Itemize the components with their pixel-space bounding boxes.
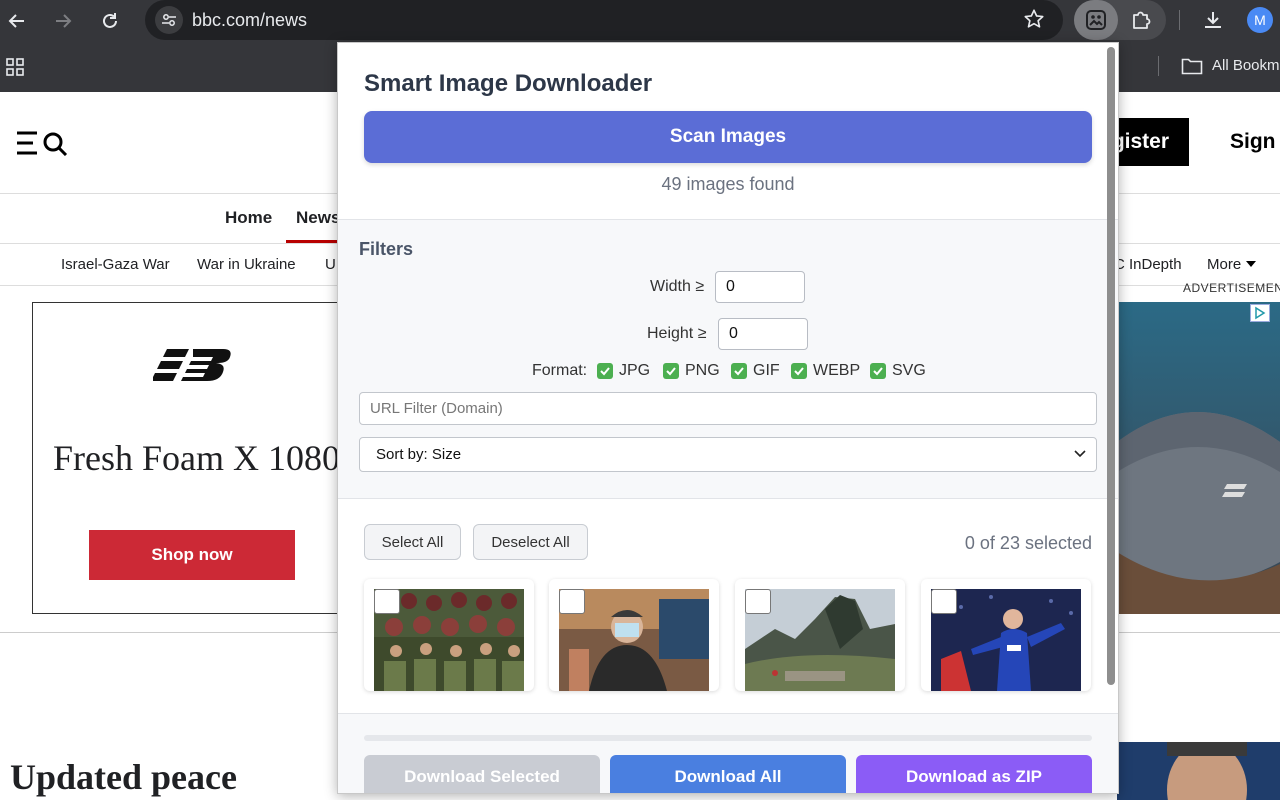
sort-value: Sort by: Size <box>376 446 462 463</box>
article-image[interactable] <box>1117 742 1280 800</box>
format-gif-checkbox[interactable]: GIF <box>731 362 780 380</box>
image-select-checkbox[interactable] <box>745 589 771 614</box>
subnav-item[interactable]: Israel-Gaza War <box>61 256 170 273</box>
format-webp-checkbox[interactable]: WEBP <box>791 362 860 380</box>
images-found-count: 49 images found <box>661 174 795 194</box>
downloads-icon[interactable] <box>1198 6 1228 34</box>
sign-in-link[interactable]: Sign <box>1230 130 1276 154</box>
reload-icon[interactable] <box>96 7 124 35</box>
subnav-item[interactable]: U <box>325 256 336 273</box>
back-icon[interactable] <box>3 7 31 35</box>
advertisement-banner[interactable]: Fresh Foam X 1080 Shop now <box>32 302 342 614</box>
format-option-label: PNG <box>685 362 720 379</box>
all-bookmarks-label[interactable]: All Bookm <box>1212 57 1280 74</box>
ad-title: Fresh Foam X 1080 <box>53 438 340 478</box>
download-zip-button[interactable]: Download as ZIP <box>856 755 1092 793</box>
min-width-input[interactable] <box>715 271 805 303</box>
format-option-label: SVG <box>892 362 926 379</box>
shop-now-button[interactable]: Shop now <box>89 530 295 580</box>
format-option-label: JPG <box>619 362 651 379</box>
menu-search-icon[interactable] <box>16 130 68 161</box>
popup-scrollbar[interactable] <box>1107 47 1115 685</box>
image-card[interactable] <box>364 579 534 691</box>
popup-title: Smart Image Downloader <box>364 70 653 97</box>
sort-select[interactable]: Sort by: Size <box>359 437 1097 472</box>
format-option-label: WEBP <box>813 362 861 379</box>
select-all-button[interactable]: Select All <box>364 524 461 560</box>
profile-avatar[interactable]: M <box>1247 7 1273 33</box>
image-card[interactable] <box>735 579 905 691</box>
format-label: Format: <box>532 362 588 379</box>
chevron-down-icon <box>1074 450 1086 458</box>
browser-toolbar: bbc.com/news M <box>0 0 1280 42</box>
format-jpg-checkbox[interactable]: JPG <box>597 362 650 380</box>
download-bar: Download Selected Download All Download … <box>338 713 1118 793</box>
deselect-all-button[interactable]: Deselect All <box>473 524 588 560</box>
selected-count: 0 of 23 selected <box>964 533 1092 553</box>
more-menu[interactable]: More <box>1207 256 1257 273</box>
image-card[interactable] <box>921 579 1091 691</box>
image-downloader-extension-icon[interactable] <box>1074 0 1118 40</box>
adchoices-icon[interactable] <box>1250 304 1270 322</box>
nav-home-link[interactable]: Home <box>225 208 272 228</box>
forward-icon[interactable] <box>49 7 77 35</box>
bookmarks-divider <box>1158 56 1159 76</box>
image-select-checkbox[interactable] <box>931 589 957 614</box>
url-text[interactable]: bbc.com/news <box>192 10 307 31</box>
subnav-item[interactable]: War in Ukraine <box>197 256 296 273</box>
bookmark-star-icon[interactable] <box>1023 8 1045 35</box>
folder-icon[interactable] <box>1181 57 1203 80</box>
filters-panel: Filters Width ≥ Height ≥ Format: JPG PNG… <box>338 219 1118 499</box>
url-filter-input[interactable] <box>359 392 1097 425</box>
cap-advertisement-image[interactable] <box>1117 302 1280 614</box>
height-label: Height ≥ <box>647 325 707 342</box>
toolbar-divider <box>1179 10 1180 30</box>
checkmark-icon <box>597 363 613 379</box>
width-label: Width ≥ <box>650 278 705 295</box>
download-progress-bar <box>364 735 1092 741</box>
checkmark-icon <box>870 363 886 379</box>
download-selected-button[interactable]: Download Selected <box>364 755 600 793</box>
filters-heading: Filters <box>359 239 414 259</box>
subnav-item[interactable]: C InDepth <box>1114 256 1182 273</box>
format-svg-checkbox[interactable]: SVG <box>870 362 926 380</box>
nav-news-link[interactable]: News <box>296 208 340 228</box>
extension-popup: Smart Image Downloader Scan Images 49 im… <box>337 42 1119 794</box>
download-all-button[interactable]: Download All <box>610 755 846 793</box>
extensions-group <box>1074 0 1166 40</box>
article-headline[interactable]: Updated peace <box>10 756 237 798</box>
checkmark-icon <box>791 363 807 379</box>
checkmark-icon <box>663 363 679 379</box>
min-height-input[interactable] <box>718 318 808 350</box>
more-label: More <box>1207 256 1242 273</box>
image-select-checkbox[interactable] <box>374 589 400 614</box>
format-option-label: GIF <box>753 362 780 379</box>
caret-down-icon <box>1246 261 1257 267</box>
site-settings-icon[interactable] <box>155 6 183 34</box>
scan-images-button[interactable]: Scan Images <box>364 111 1092 163</box>
address-bar[interactable]: bbc.com/news <box>145 0 1063 40</box>
advertisement-label: ADVERTISEMEN <box>1183 281 1280 295</box>
image-card[interactable] <box>549 579 719 691</box>
extensions-puzzle-icon[interactable] <box>1126 6 1156 34</box>
format-png-checkbox[interactable]: PNG <box>663 362 720 380</box>
apps-grid-icon[interactable] <box>5 57 25 82</box>
checkmark-icon <box>731 363 747 379</box>
new-balance-logo <box>151 347 237 392</box>
image-select-checkbox[interactable] <box>559 589 585 614</box>
